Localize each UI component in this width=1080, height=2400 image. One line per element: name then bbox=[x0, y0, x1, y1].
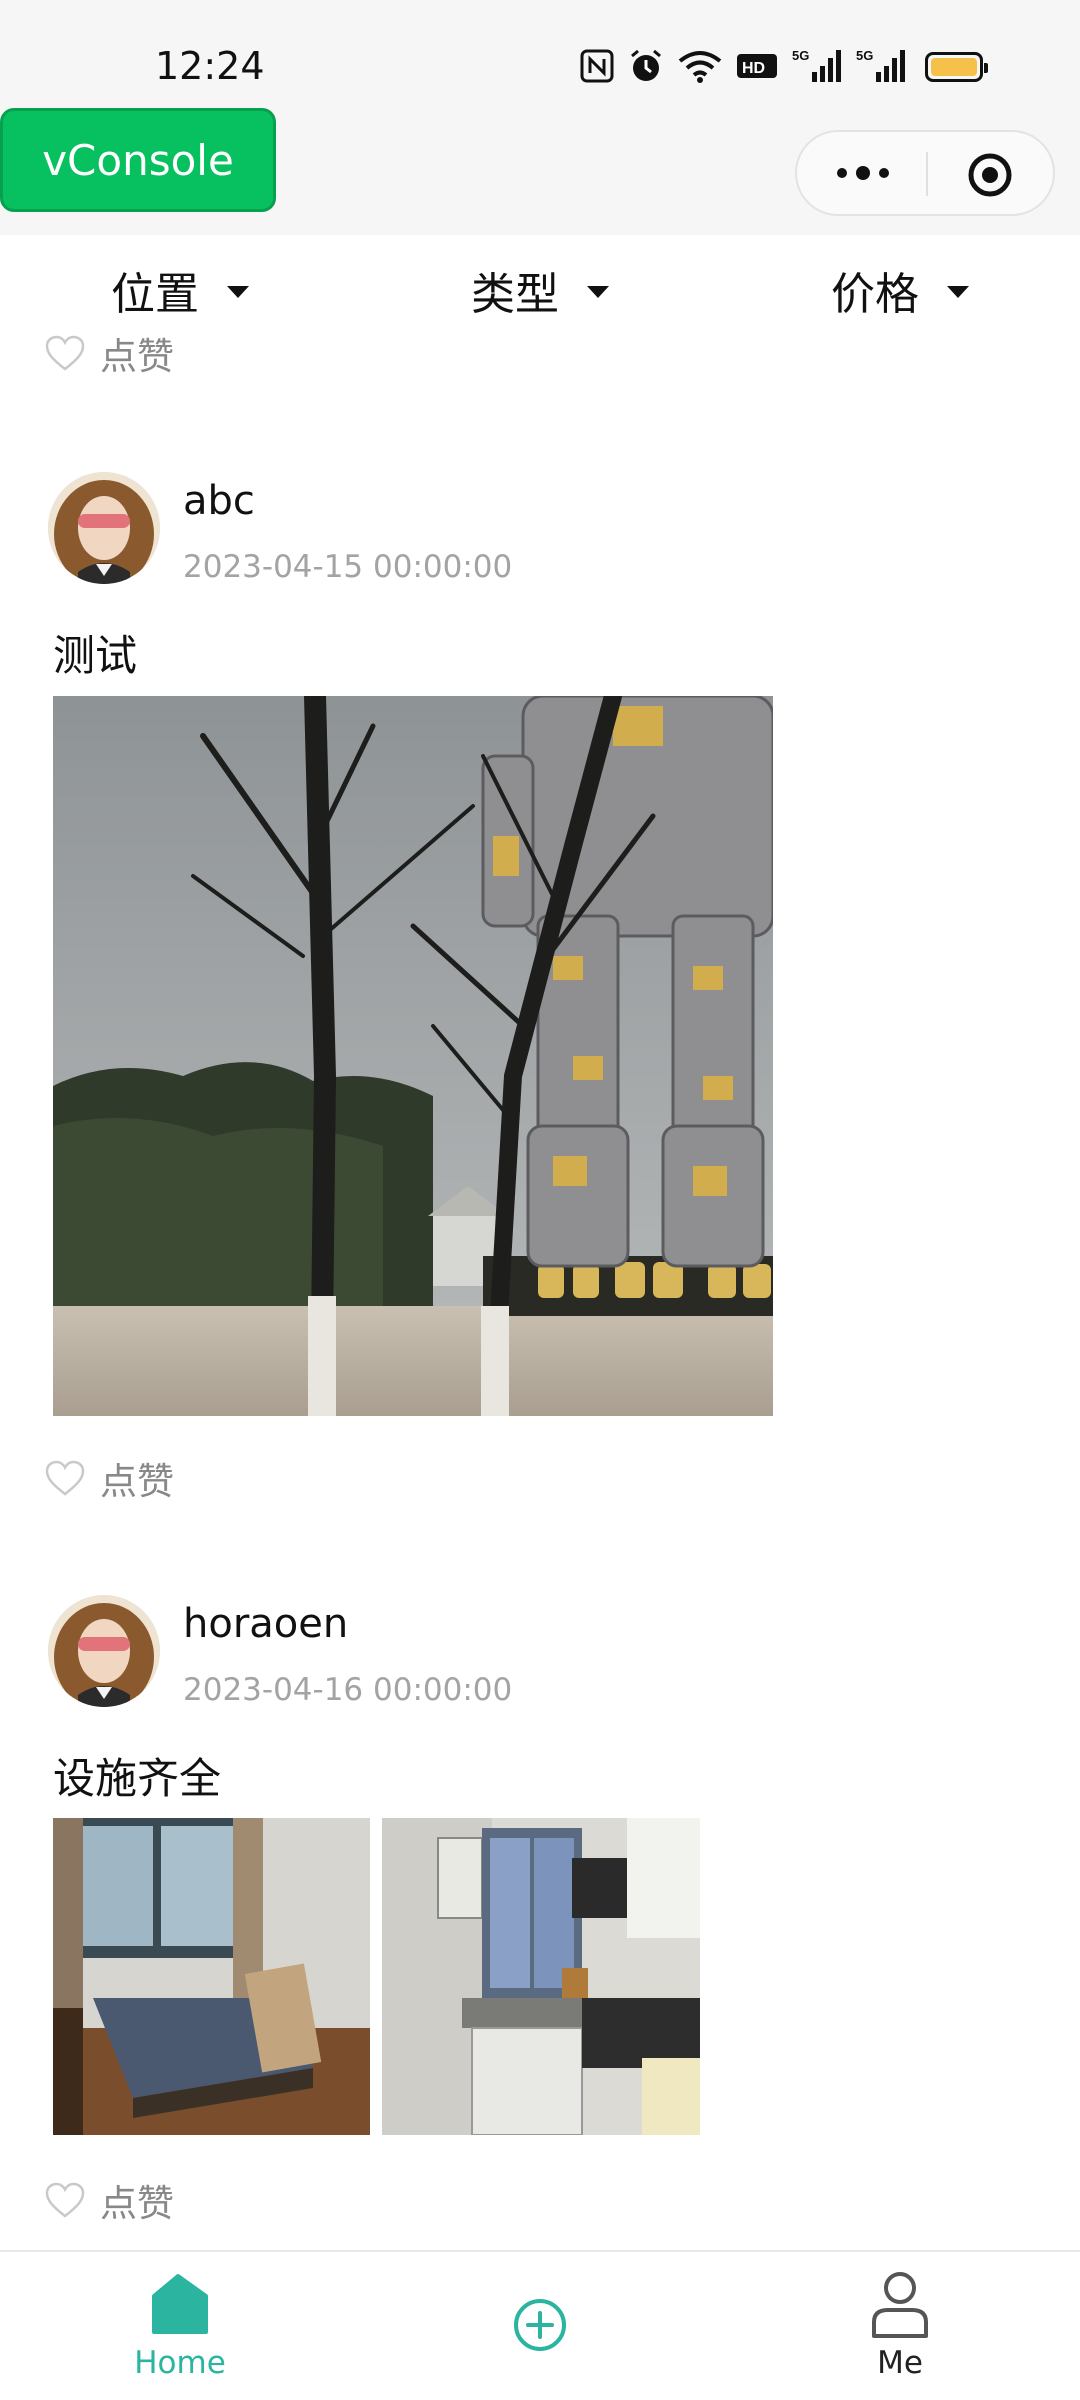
filter-label: 位置 bbox=[111, 269, 199, 320]
caret-down-icon bbox=[947, 286, 969, 298]
avatar[interactable] bbox=[48, 472, 160, 584]
post-text: 测试 bbox=[53, 631, 138, 680]
add-circle-icon bbox=[514, 2299, 566, 2351]
like-label: 点赞 bbox=[100, 1460, 174, 1503]
alarm-icon bbox=[631, 49, 661, 81]
like-button[interactable]: 点赞 bbox=[44, 326, 174, 380]
tab-label: Me bbox=[877, 2345, 923, 2381]
battery-icon bbox=[925, 52, 988, 82]
like-button[interactable]: 点赞 bbox=[44, 1451, 174, 1505]
like-label: 点赞 bbox=[100, 2182, 174, 2225]
close-miniprogram-icon[interactable] bbox=[967, 152, 1013, 198]
user-icon bbox=[872, 2272, 928, 2338]
robot-statue-photo[interactable] bbox=[53, 696, 773, 1416]
hd-icon: HD bbox=[737, 54, 777, 78]
heart-icon bbox=[45, 2182, 85, 2218]
caret-down-icon bbox=[587, 286, 609, 298]
tab-home[interactable]: Home bbox=[80, 2252, 280, 2400]
post-username[interactable]: horaoen bbox=[183, 1601, 348, 1647]
filter-label: 价格 bbox=[831, 269, 919, 320]
svg-text:5G: 5G bbox=[792, 48, 809, 63]
post-date: 2023-04-15 00:00:00 bbox=[183, 549, 513, 585]
bedroom-photo[interactable] bbox=[53, 1818, 370, 2135]
tab-me[interactable]: Me bbox=[800, 2252, 1000, 2400]
miniprogram-capsule bbox=[795, 130, 1055, 216]
kitchen-photo[interactable] bbox=[382, 1818, 700, 2135]
capsule-divider bbox=[926, 152, 928, 196]
home-icon bbox=[152, 2274, 208, 2334]
avatar[interactable] bbox=[48, 1595, 160, 1707]
tab-label: Home bbox=[134, 2345, 226, 2381]
battery-level bbox=[931, 58, 977, 76]
filter-label: 类型 bbox=[471, 269, 559, 320]
svg-text:HD: HD bbox=[742, 60, 765, 77]
like-label: 点赞 bbox=[100, 335, 174, 378]
signal-5g-icon: 5G bbox=[856, 48, 905, 82]
caret-down-icon bbox=[227, 286, 249, 298]
filter-price[interactable]: 价格 bbox=[720, 235, 1080, 345]
nfc-icon bbox=[580, 49, 614, 83]
like-button[interactable]: 点赞 bbox=[44, 2173, 174, 2227]
vconsole-button[interactable]: vConsole bbox=[0, 108, 276, 212]
svg-text:5G: 5G bbox=[856, 48, 873, 63]
heart-icon bbox=[45, 335, 85, 371]
status-icons: HD 5G 5G bbox=[580, 45, 906, 87]
signal-5g-icon: 5G bbox=[792, 48, 841, 82]
post-date: 2023-04-16 00:00:00 bbox=[183, 1672, 513, 1708]
tab-bar: Home Me bbox=[0, 2250, 1080, 2400]
tab-add[interactable] bbox=[440, 2252, 640, 2400]
heart-icon bbox=[45, 1460, 85, 1496]
status-time: 12:24 bbox=[155, 44, 265, 88]
wifi-icon bbox=[678, 51, 722, 83]
post-username[interactable]: abc bbox=[183, 478, 255, 524]
post-text: 设施齐全 bbox=[53, 1754, 222, 1803]
filter-type[interactable]: 类型 bbox=[360, 235, 720, 345]
more-icon[interactable] bbox=[833, 132, 893, 214]
